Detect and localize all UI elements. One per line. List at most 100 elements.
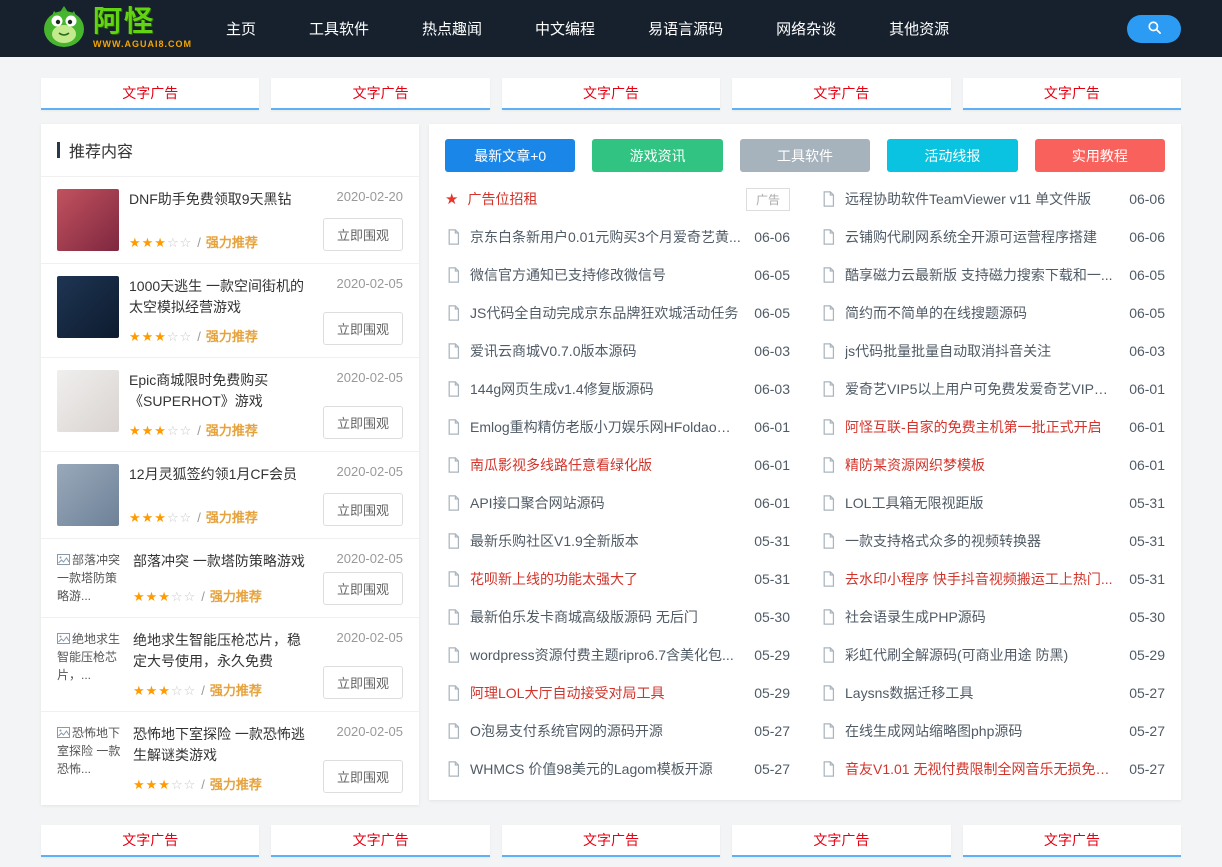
category-button[interactable]: 活动线报 [887, 139, 1017, 172]
article-row: 爱奇艺VIP5以上用户可免费发爱奇艺VIP红包 06-01 [820, 370, 1165, 408]
article-link[interactable]: 云铺购代刷网系统全开源可运营程序搭建 [845, 227, 1117, 247]
article-link[interactable]: 爱奇艺VIP5以上用户可免费发爱奇艺VIP红包 [845, 379, 1117, 399]
site-logo[interactable]: 阿怪 WWW.AGUAI8.COM [41, 3, 192, 54]
article-link[interactable]: Laysns数据迁移工具 [845, 683, 1117, 703]
text-ad-link[interactable]: 文字广告 [963, 825, 1181, 857]
article-title[interactable]: 恐怖地下室探险 一款恐怖逃生解谜类游戏 [133, 724, 309, 766]
article-link[interactable]: WHMCS 价值98美元的Lagom模板开源 [470, 759, 742, 779]
article-link[interactable]: 爱讯云商城V0.7.0版本源码 [470, 341, 742, 361]
category-button[interactable]: 最新文章+0 [445, 139, 575, 172]
nav-item[interactable]: 热点趣闻 [422, 18, 482, 39]
article-date: 2020-02-05 [337, 464, 404, 479]
article-title[interactable]: 绝地求生智能压枪芯片，稳定大号使用，永久免费 [133, 630, 309, 672]
star-rating-empty: ☆☆ [171, 777, 196, 792]
article-link[interactable]: 京东白条新用户0.01元购买3个月爱奇艺黄... [470, 227, 742, 247]
category-button[interactable]: 实用教程 [1035, 139, 1165, 172]
article-title[interactable]: 部落冲突 一款塔防策略游戏 [133, 551, 309, 572]
article-row: 远程协助软件TeamViewer v11 单文件版06-06 [820, 180, 1165, 218]
document-icon [445, 571, 461, 587]
watch-now-button[interactable]: 立即围观 [323, 218, 403, 251]
article-title[interactable]: 1000天逃生 一款空间街机的太空模拟经营游戏 [129, 276, 309, 318]
article-title[interactable]: DNF助手免费领取9天黑钻 [129, 189, 309, 210]
article-link[interactable]: 广告位招租 [467, 189, 734, 209]
text-ad-link[interactable]: 文字广告 [271, 78, 489, 110]
main-nav: 主页 工具软件 热点趣闻 中文编程 易语言源码 网络杂谈 其他资源 [226, 18, 1127, 39]
broken-image-icon[interactable]: 绝地求生智能压枪芯片，... [57, 630, 123, 699]
article-thumbnail[interactable] [57, 189, 119, 251]
watch-now-button[interactable]: 立即围观 [323, 572, 403, 605]
nav-item[interactable]: 中文编程 [535, 18, 595, 39]
article-link[interactable]: 阿理LOL大厅自动接受对局工具 [470, 683, 742, 703]
article-link[interactable]: 最新伯乐发卡商城高级版源码 无后门 [470, 607, 742, 627]
article-row: 阿理LOL大厅自动接受对局工具05-29 [445, 674, 790, 712]
document-icon [445, 381, 461, 397]
text-ad-link[interactable]: 文字广告 [732, 825, 950, 857]
nav-item[interactable]: 其他资源 [889, 18, 949, 39]
article-link[interactable]: wordpress资源付费主题ripro6.7含美化包... [470, 645, 742, 665]
text-ad-link[interactable]: 文字广告 [502, 825, 720, 857]
article-link[interactable]: JS代码全自动完成京东品牌狂欢城活动任务 [470, 303, 742, 323]
nav-item[interactable]: 易语言源码 [648, 18, 723, 39]
article-link[interactable]: js代码批量批量自动取消抖音关注 [845, 341, 1117, 361]
article-link[interactable]: O泡易支付系统官网的源码开源 [470, 721, 742, 741]
article-date: 06-05 [1129, 267, 1165, 283]
article-link[interactable]: Emlog重构精仿老版小刀娱乐网HFoldao模... [470, 417, 742, 437]
text-ad-link[interactable]: 文字广告 [41, 78, 259, 110]
article-link[interactable]: 阿怪互联-自家的免费主机第一批正式开启 [845, 417, 1117, 437]
article-link[interactable]: 精防某资源网织梦模板 [845, 455, 1117, 475]
article-link[interactable]: 144g网页生成v1.4修复版源码 [470, 379, 742, 399]
star-rating-empty: ☆☆ [171, 683, 196, 698]
text-ad-link[interactable]: 文字广告 [502, 78, 720, 110]
article-link[interactable]: 简约而不简单的在线搜题源码 [845, 303, 1117, 323]
text-ad-link[interactable]: 文字广告 [271, 825, 489, 857]
article-link[interactable]: 酷享磁力云最新版 支持磁力搜索下载和一... [845, 265, 1117, 285]
article-date: 05-29 [1129, 647, 1165, 663]
article-link[interactable]: 一款支持格式众多的视频转换器 [845, 531, 1117, 551]
document-icon [820, 495, 836, 511]
text-ad-link[interactable]: 文字广告 [963, 78, 1181, 110]
article-link[interactable]: 花呗新上线的功能太强大了 [470, 569, 742, 589]
watch-now-button[interactable]: 立即围观 [323, 666, 403, 699]
category-button[interactable]: 工具软件 [740, 139, 870, 172]
star-rating-filled: ★★★ [129, 510, 167, 525]
article-link[interactable]: 最新乐购社区V1.9全新版本 [470, 531, 742, 551]
article-link[interactable]: 去水印小程序 快手抖音视频搬运工上热门... [845, 569, 1117, 589]
article-link[interactable]: 远程协助软件TeamViewer v11 单文件版 [845, 189, 1117, 209]
article-link[interactable]: 在线生成网站缩略图php源码 [845, 721, 1117, 741]
article-link[interactable]: 彩虹代刷全解源码(可商业用途 防黑) [845, 645, 1117, 665]
watch-now-button[interactable]: 立即围观 [323, 760, 403, 793]
article-row: 云铺购代刷网系统全开源可运营程序搭建06-06 [820, 218, 1165, 256]
watch-now-button[interactable]: 立即围观 [323, 493, 403, 526]
nav-item[interactable]: 网络杂谈 [776, 18, 836, 39]
article-date: 05-27 [754, 723, 790, 739]
article-date: 06-01 [1129, 381, 1165, 397]
article-link[interactable]: LOL工具箱无限视距版 [845, 493, 1117, 513]
article-thumbnail[interactable] [57, 276, 119, 338]
watch-now-button[interactable]: 立即围观 [323, 406, 403, 439]
article-row: 彩虹代刷全解源码(可商业用途 防黑) 05-29 [820, 636, 1165, 674]
text-ad-link[interactable]: 文字广告 [41, 825, 259, 857]
broken-image-icon[interactable]: 恐怖地下室探险 一款恐怖... [57, 724, 123, 793]
recommend-label: 强力推荐 [210, 589, 262, 604]
text-ad-link[interactable]: 文字广告 [732, 78, 950, 110]
document-icon [820, 533, 836, 549]
rating-row: ★★★☆☆/强力推荐 [129, 420, 309, 439]
watch-now-button[interactable]: 立即围观 [323, 312, 403, 345]
article-link[interactable]: 南瓜影视多线路任意看绿化版 [470, 455, 742, 475]
article-link[interactable]: API接口聚合网站源码 [470, 493, 742, 513]
article-link[interactable]: 音友V1.01 无视付费限制全网音乐无损免费... [845, 759, 1117, 779]
nav-item[interactable]: 工具软件 [309, 18, 369, 39]
document-icon [820, 647, 836, 663]
article-thumbnail[interactable] [57, 370, 119, 432]
broken-image-icon[interactable]: 部落冲突 一款塔防策略游... [57, 551, 123, 605]
article-thumbnail[interactable] [57, 464, 119, 526]
article-title[interactable]: Epic商城限时免费购买《SUPERHOT》游戏 [129, 370, 309, 412]
article-title[interactable]: 12月灵狐签约领1月CF会员 [129, 464, 309, 485]
article-row: 阿怪互联-自家的免费主机第一批正式开启06-01 [820, 408, 1165, 446]
category-button[interactable]: 游戏资讯 [592, 139, 722, 172]
nav-item[interactable]: 主页 [226, 18, 256, 39]
article-row: 最新伯乐发卡商城高级版源码 无后门05-30 [445, 598, 790, 636]
article-link[interactable]: 微信官方通知已支持修改微信号 [470, 265, 742, 285]
search-button[interactable] [1127, 15, 1181, 43]
article-link[interactable]: 社会语录生成PHP源码 [845, 607, 1117, 627]
